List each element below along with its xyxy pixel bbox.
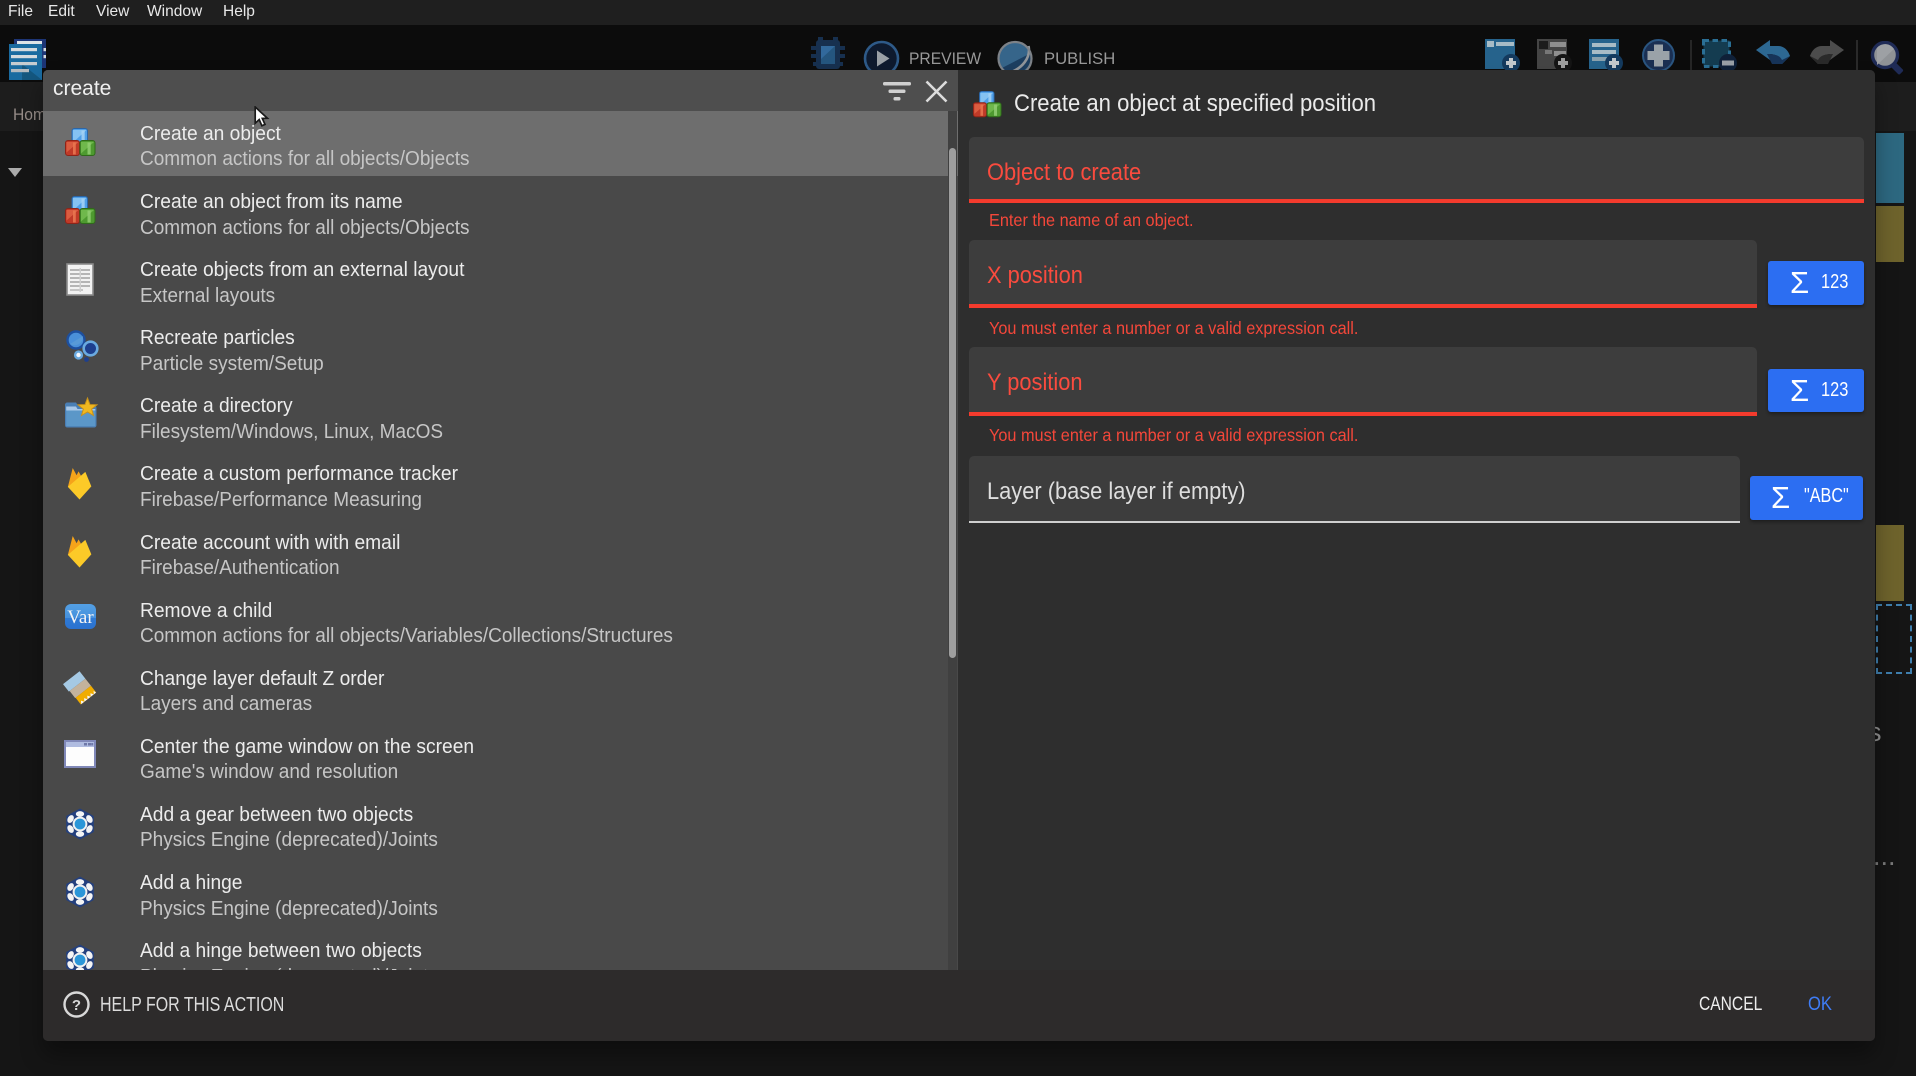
- svg-text:Var: Var: [67, 607, 94, 628]
- svg-text:?: ?: [72, 997, 81, 1014]
